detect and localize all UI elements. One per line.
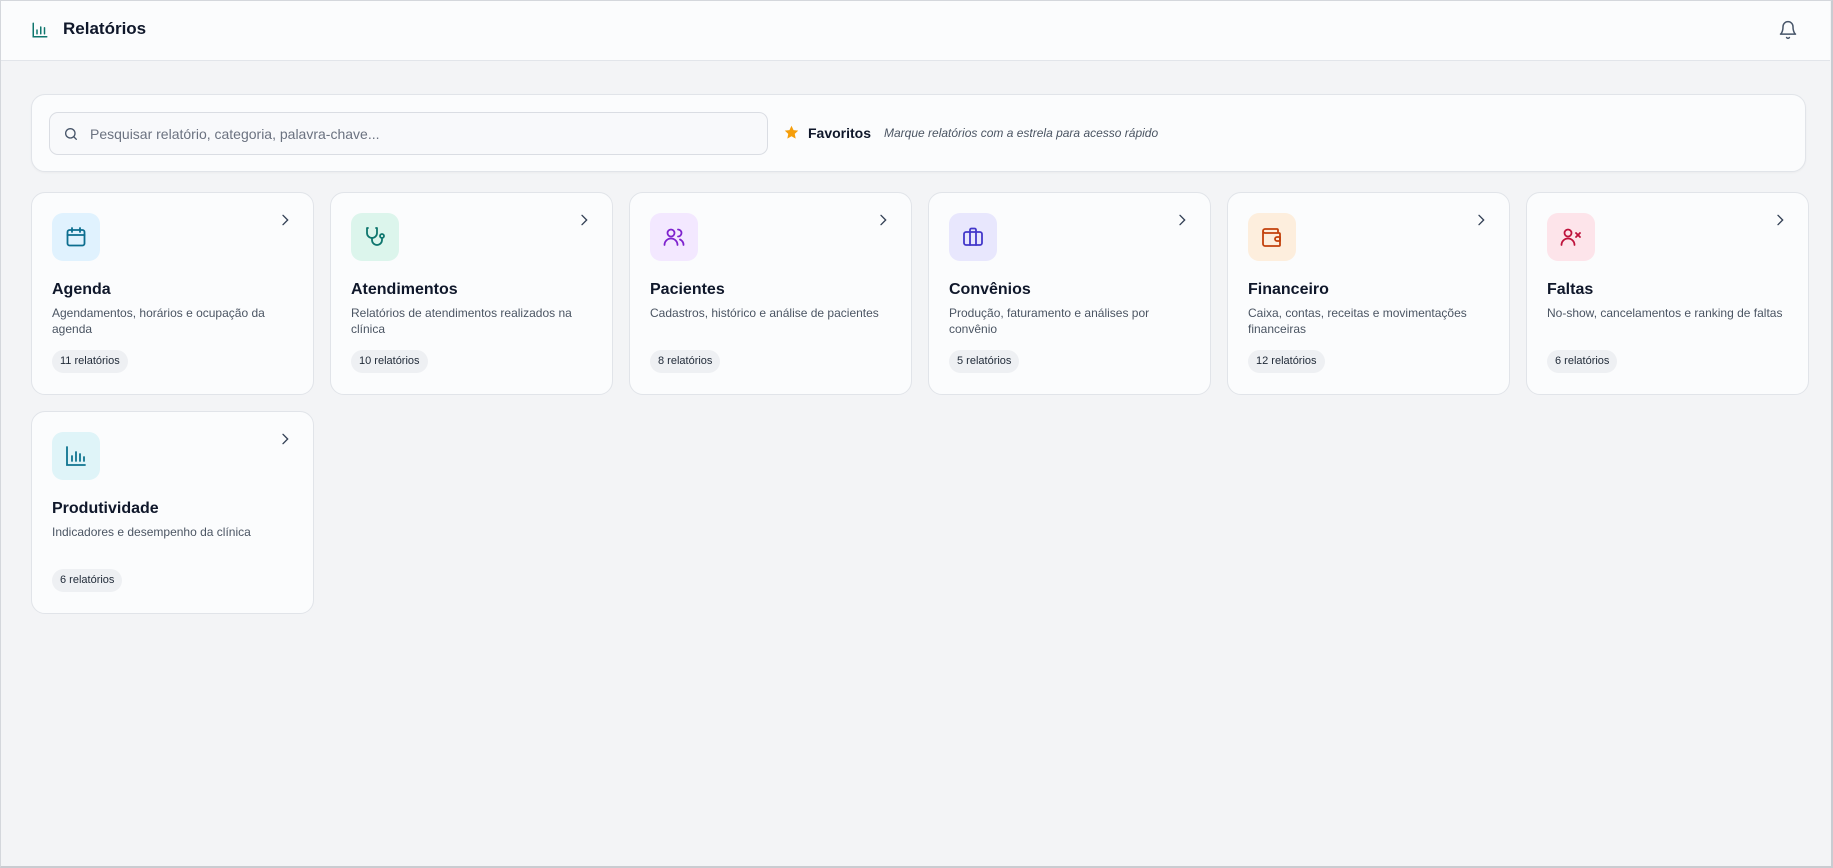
category-icon-box bbox=[52, 213, 100, 261]
category-card-convenios[interactable]: Convênios Produção, faturamento e anális… bbox=[928, 192, 1211, 395]
category-title: Faltas bbox=[1547, 281, 1594, 298]
category-title: Pacientes bbox=[650, 281, 725, 298]
bell-icon[interactable] bbox=[1778, 19, 1798, 41]
category-icon-box bbox=[52, 432, 100, 480]
category-card-financeiro[interactable]: Financeiro Caixa, contas, receitas e mov… bbox=[1227, 192, 1510, 395]
favorites-label[interactable]: Favoritos bbox=[808, 125, 871, 141]
stethoscope-icon bbox=[366, 227, 385, 246]
chevron-right-icon bbox=[1777, 214, 1784, 226]
category-description: Cadastros, histórico e análise de pacien… bbox=[650, 306, 879, 320]
page-title: Relatórios bbox=[63, 19, 147, 38]
chevron-right-icon bbox=[1478, 214, 1485, 226]
category-description: Agendamentos, horários e ocupação da age… bbox=[52, 306, 265, 336]
category-icon-box bbox=[650, 213, 698, 261]
category-description: Produção, faturamento e análises por con… bbox=[949, 306, 1150, 336]
search-icon bbox=[65, 128, 77, 140]
report-count-badge: 10 relatórios bbox=[351, 350, 428, 373]
users-icon bbox=[663, 228, 685, 246]
category-description: Relatórios de atendimentos realizados na… bbox=[351, 306, 572, 336]
category-icon-box bbox=[1248, 213, 1296, 261]
star-icon bbox=[784, 125, 799, 139]
category-card-pacientes[interactable]: Pacientes Cadastros, histórico e análise… bbox=[629, 192, 912, 395]
bar-chart-icon bbox=[32, 22, 48, 38]
bar-chart-icon bbox=[66, 446, 86, 466]
chevron-right-icon bbox=[282, 214, 289, 226]
category-description: Indicadores e desempenho da clínica bbox=[52, 525, 251, 539]
category-icon-box bbox=[1547, 213, 1595, 261]
favorites-hint: Marque relatórios com a estrela para ace… bbox=[884, 125, 1159, 140]
category-description: Caixa, contas, receitas e movimentações … bbox=[1248, 306, 1467, 336]
briefcase-icon bbox=[963, 227, 983, 246]
top-bar: Relatórios bbox=[0, 0, 1830, 61]
search-field[interactable] bbox=[49, 112, 768, 155]
category-card-faltas[interactable]: Faltas No-show, cancelamentos e ranking … bbox=[1526, 192, 1809, 395]
chevron-right-icon bbox=[282, 433, 289, 445]
category-card-atendimentos[interactable]: Atendimentos Relatórios de atendimentos … bbox=[330, 192, 613, 395]
wallet-icon bbox=[1262, 228, 1281, 247]
calendar-icon bbox=[66, 227, 86, 247]
search-panel: Favoritos Marque relatórios com a estrel… bbox=[31, 94, 1806, 172]
category-title: Convênios bbox=[949, 281, 1031, 298]
category-description: No-show, cancelamentos e ranking de falt… bbox=[1547, 306, 1783, 320]
category-title: Atendimentos bbox=[351, 281, 458, 298]
chevron-right-icon bbox=[880, 214, 887, 226]
category-title: Produtividade bbox=[52, 500, 159, 517]
report-count-badge: 12 relatórios bbox=[1248, 350, 1325, 373]
category-card-agenda[interactable]: Agenda Agendamentos, horários e ocupação… bbox=[31, 192, 314, 395]
user-x-icon bbox=[1560, 228, 1581, 246]
category-title: Agenda bbox=[52, 281, 111, 298]
report-count-badge: 11 relatórios bbox=[52, 350, 128, 373]
favorites-section: Favoritos Marque relatórios com a estrel… bbox=[783, 124, 1158, 141]
category-icon-box bbox=[949, 213, 997, 261]
search-input[interactable] bbox=[90, 113, 760, 154]
report-count-badge: 6 relatórios bbox=[1547, 350, 1618, 373]
report-count-badge: 5 relatórios bbox=[949, 350, 1020, 373]
chevron-right-icon bbox=[1179, 214, 1186, 226]
category-title: Financeiro bbox=[1248, 281, 1329, 298]
category-card-produtividade[interactable]: Produtividade Indicadores e desempenho d… bbox=[31, 411, 314, 614]
chevron-right-icon bbox=[581, 214, 588, 226]
report-count-badge: 8 relatórios bbox=[650, 350, 721, 373]
report-count-badge: 6 relatórios bbox=[52, 569, 123, 592]
category-icon-box bbox=[351, 213, 399, 261]
